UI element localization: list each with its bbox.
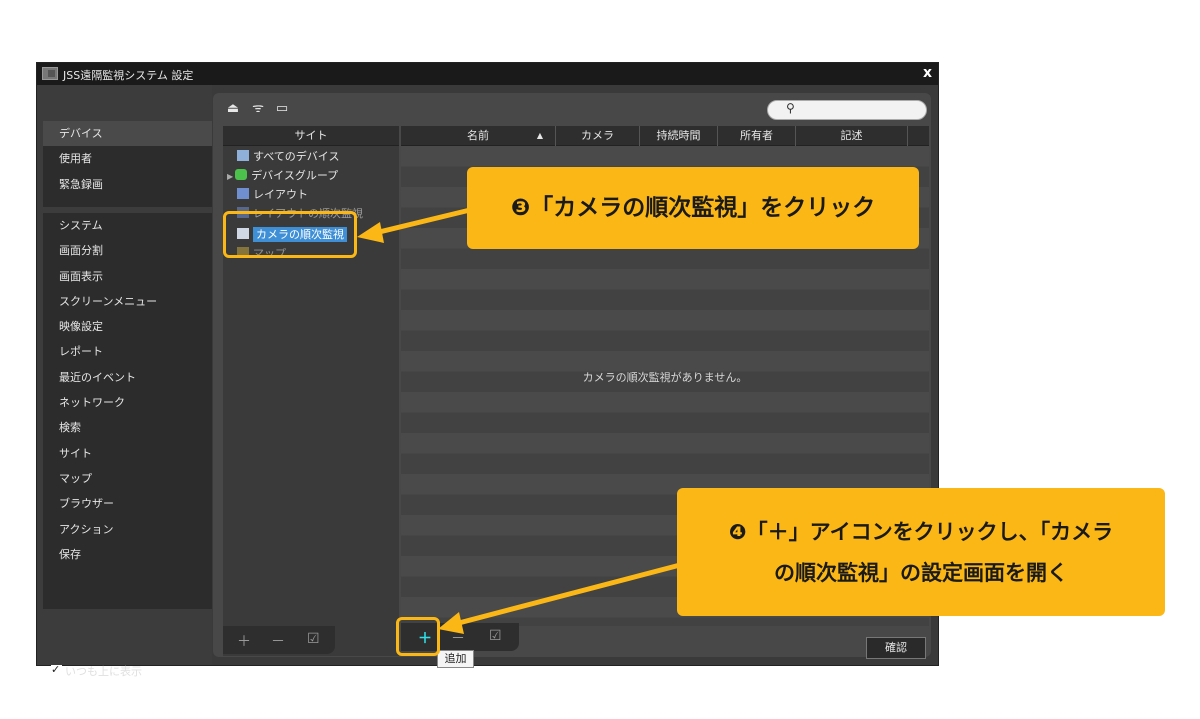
arrow-step4-head [438, 612, 464, 634]
arrow-step3-line [374, 207, 471, 236]
callout-step4-line1: ❹「＋」アイコンをクリックし、「カメラ [728, 520, 1114, 544]
arrow-step3-head [357, 222, 384, 243]
callout-step4-line2: の順次監視」の設定画面を開く [774, 561, 1068, 585]
arrow-step4-line [454, 562, 681, 627]
callout-step3: ❸「カメラの順次監視」をクリック [467, 167, 919, 249]
callout-step4: ❹「＋」アイコンをクリックし、「カメラ の順次監視」の設定画面を開く [677, 488, 1165, 616]
